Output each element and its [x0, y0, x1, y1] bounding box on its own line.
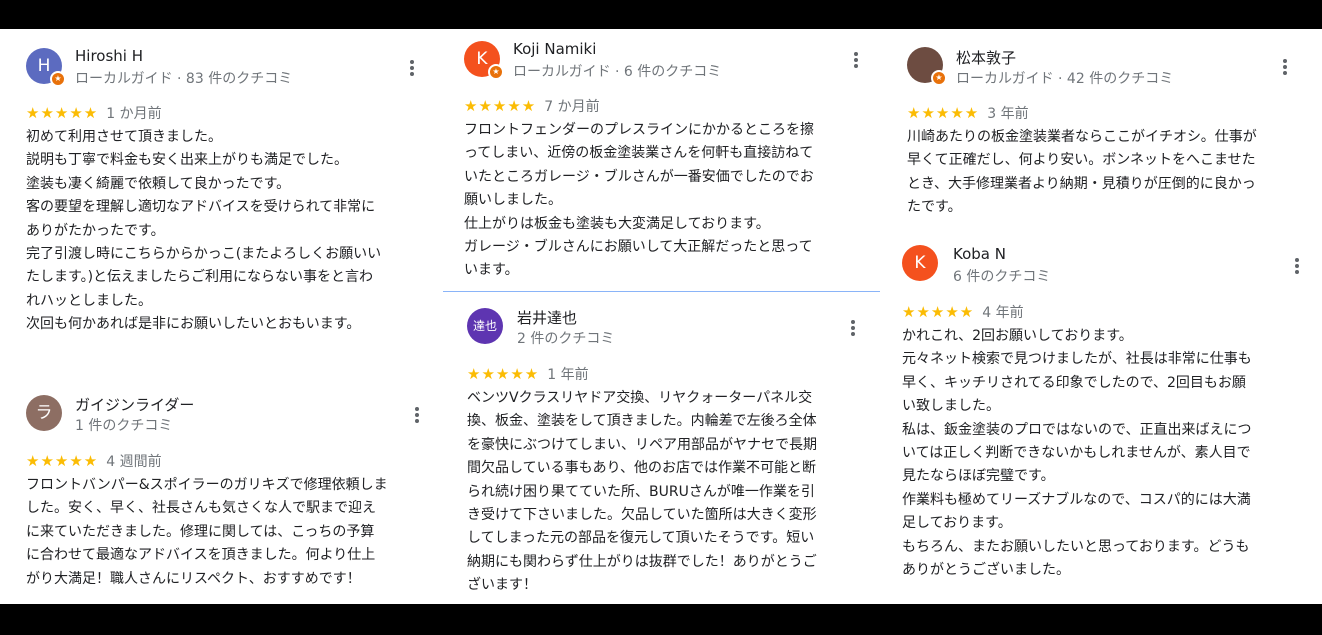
- review-card: ★ 松本敦子 ローカルガイド · 42 件のクチコミ ★★★★★ 3 年前 川崎あ…: [882, 29, 1322, 229]
- reviewer-name[interactable]: 松本敦子: [956, 47, 1016, 68]
- review-time: 3 年前: [987, 106, 1029, 122]
- more-options-icon[interactable]: [1294, 258, 1300, 276]
- star-rating-icon: ★★★★★: [467, 365, 540, 383]
- review-text: 初めて利用させて頂きました。 説明も丁寧で料金も安く出来上がりも満足でした。 塗…: [26, 129, 382, 333]
- review-text: 川崎あたりの板金塗装業者ならここがイチオシ。仕事が 早くて正確だし、何より安い。…: [907, 129, 1257, 216]
- avatar[interactable]: 達也: [467, 308, 503, 344]
- more-options-icon[interactable]: [409, 60, 415, 78]
- reviewer-name[interactable]: 岩井達也: [517, 307, 577, 328]
- rating-row: ★★★★★ 4 週間前: [26, 451, 162, 471]
- review-card: K ★ Koji Namiki ローカルガイド · 6 件のクチコミ ★★★★★…: [443, 29, 880, 291]
- review-card: K Koba N 6 件のクチコミ ★★★★★ 4 年前 かれこれ、2回お願いして…: [882, 229, 1322, 604]
- reviews-panel: H ★ Hiroshi H ローカルガイド · 83 件のクチコミ ★★★★★ 1…: [0, 29, 1322, 604]
- reviewer-meta[interactable]: ローカルガイド · 83 件のクチコミ: [75, 68, 292, 88]
- more-options-icon[interactable]: [853, 52, 859, 70]
- rating-row: ★★★★★ 7 か月前: [464, 96, 600, 116]
- reviewer-name[interactable]: Hiroshi H: [75, 47, 143, 65]
- avatar[interactable]: H ★: [26, 48, 66, 87]
- reviewer-name[interactable]: ガイジンライダー: [75, 394, 194, 415]
- avatar[interactable]: ★: [907, 47, 947, 86]
- reviewer-name[interactable]: Koji Namiki: [513, 40, 596, 58]
- local-guide-star-icon: ★: [931, 70, 947, 86]
- reviewer-meta[interactable]: ローカルガイド · 6 件のクチコミ: [513, 61, 721, 81]
- reviewer-meta[interactable]: 2 件のクチコミ: [517, 328, 614, 348]
- star-rating-icon: ★★★★★: [464, 97, 537, 115]
- reviewer-meta[interactable]: 1 件のクチコミ: [75, 415, 172, 435]
- avatar[interactable]: K: [902, 245, 938, 281]
- more-options-icon[interactable]: [414, 407, 420, 425]
- star-rating-icon: ★★★★★: [907, 104, 980, 122]
- review-text: フロントフェンダーのプレスラインにかかるところを擦 ってしまい、近傍の板金塗装業…: [464, 122, 814, 279]
- avatar[interactable]: ラ: [26, 395, 62, 431]
- star-rating-icon: ★★★★★: [26, 452, 99, 470]
- reviewer-meta[interactable]: ローカルガイド · 42 件のクチコミ: [956, 68, 1173, 88]
- review-text: フロントバンパー&スポイラーのガリキズで修理依頼しま した。安く、早く、社長さん…: [26, 477, 388, 587]
- star-rating-icon: ★★★★★: [26, 104, 99, 122]
- review-time: 4 年前: [982, 305, 1024, 321]
- review-card: H ★ Hiroshi H ローカルガイド · 83 件のクチコミ ★★★★★ 1…: [0, 29, 440, 369]
- avatar-letter: H: [37, 56, 51, 76]
- review-time: 7 か月前: [544, 99, 600, 115]
- rating-row: ★★★★★ 4 年前: [902, 302, 1024, 322]
- local-guide-star-icon: ★: [50, 71, 66, 87]
- more-options-icon[interactable]: [850, 320, 856, 338]
- reviewer-meta[interactable]: 6 件のクチコミ: [953, 266, 1050, 286]
- review-card: ラ ガイジンライダー 1 件のクチコミ ★★★★★ 4 週間前 フロントバンパー&…: [0, 379, 440, 604]
- rating-row: ★★★★★ 3 年前: [907, 103, 1029, 123]
- reviewer-name[interactable]: Koba N: [953, 245, 1006, 263]
- rating-row: ★★★★★ 1 年前: [467, 364, 589, 384]
- avatar-letter: K: [914, 253, 926, 273]
- review-time: 4 週間前: [106, 454, 162, 470]
- avatar-letter: ラ: [35, 403, 53, 423]
- review-time: 1 か月前: [106, 106, 162, 122]
- review-text: ベンツVクラスリヤドア交換、リヤクォーターパネル交 換、板金、塗装をして頂きまし…: [467, 390, 817, 594]
- review-time: 1 年前: [547, 367, 589, 383]
- avatar-letter: 達也: [472, 319, 497, 333]
- review-text: かれこれ、2回お願いしております。 元々ネット検索で見つけましたが、社長は非常に…: [902, 328, 1252, 579]
- local-guide-star-icon: ★: [488, 64, 504, 80]
- review-card: 達也 岩井達也 2 件のクチコミ ★★★★★ 1 年前 ベンツVクラスリヤドア交換…: [443, 292, 880, 604]
- more-options-icon[interactable]: [1282, 59, 1288, 77]
- avatar[interactable]: K ★: [464, 41, 504, 80]
- rating-row: ★★★★★ 1 か月前: [26, 103, 162, 123]
- avatar-letter: K: [476, 49, 488, 69]
- star-rating-icon: ★★★★★: [902, 303, 975, 321]
